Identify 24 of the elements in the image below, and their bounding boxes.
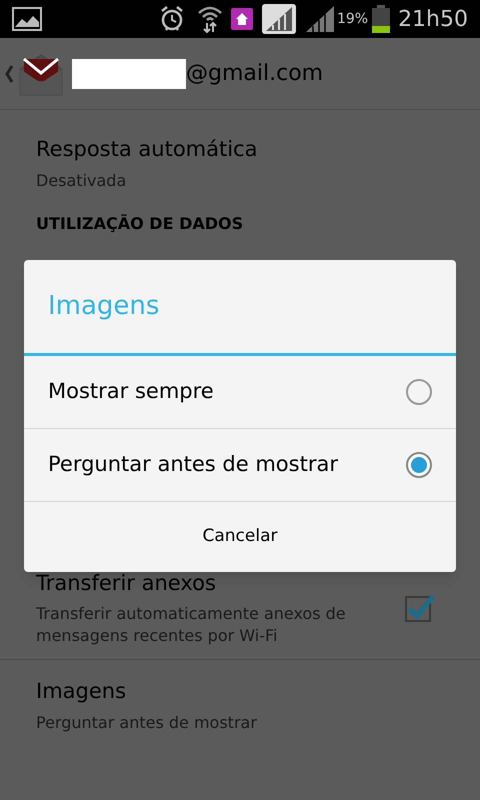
battery-icon [372,5,390,33]
signal-icon [304,5,335,33]
back-caret-icon[interactable] [4,64,14,84]
radio-option[interactable]: Perguntar antes de mostrar [24,429,456,502]
picture-notification-icon [12,7,42,31]
radio-button[interactable] [406,379,432,405]
setting-summary: Desativada [36,170,128,192]
dialog-title: Imagens [48,290,160,323]
setting-title: Transferir anexos [36,570,217,596]
account-email: @gmail.com [186,60,324,88]
radio-button[interactable] [406,452,432,478]
signal-icon [260,3,297,35]
setting-title: Imagens [36,678,128,705]
section-header: UTILIZAÇÃO DE DADOS [36,214,244,232]
clock-time: 21h50 [398,6,468,34]
wifi-icon [196,5,223,33]
setting-summary: Perguntar antes de mostrar [36,712,258,734]
setting-title: Resposta automática [36,136,258,163]
battery-percentage: 19% [336,10,368,28]
setting-summary: Transferir automaticamente anexos de mensagens recentes por Wi-Fi [36,603,347,647]
home-app-icon [230,8,253,30]
radio-option[interactable]: Mostrar sempre [24,356,456,429]
alarm-clock-icon [158,5,185,33]
cancel-button[interactable]: Cancelar [24,502,456,572]
